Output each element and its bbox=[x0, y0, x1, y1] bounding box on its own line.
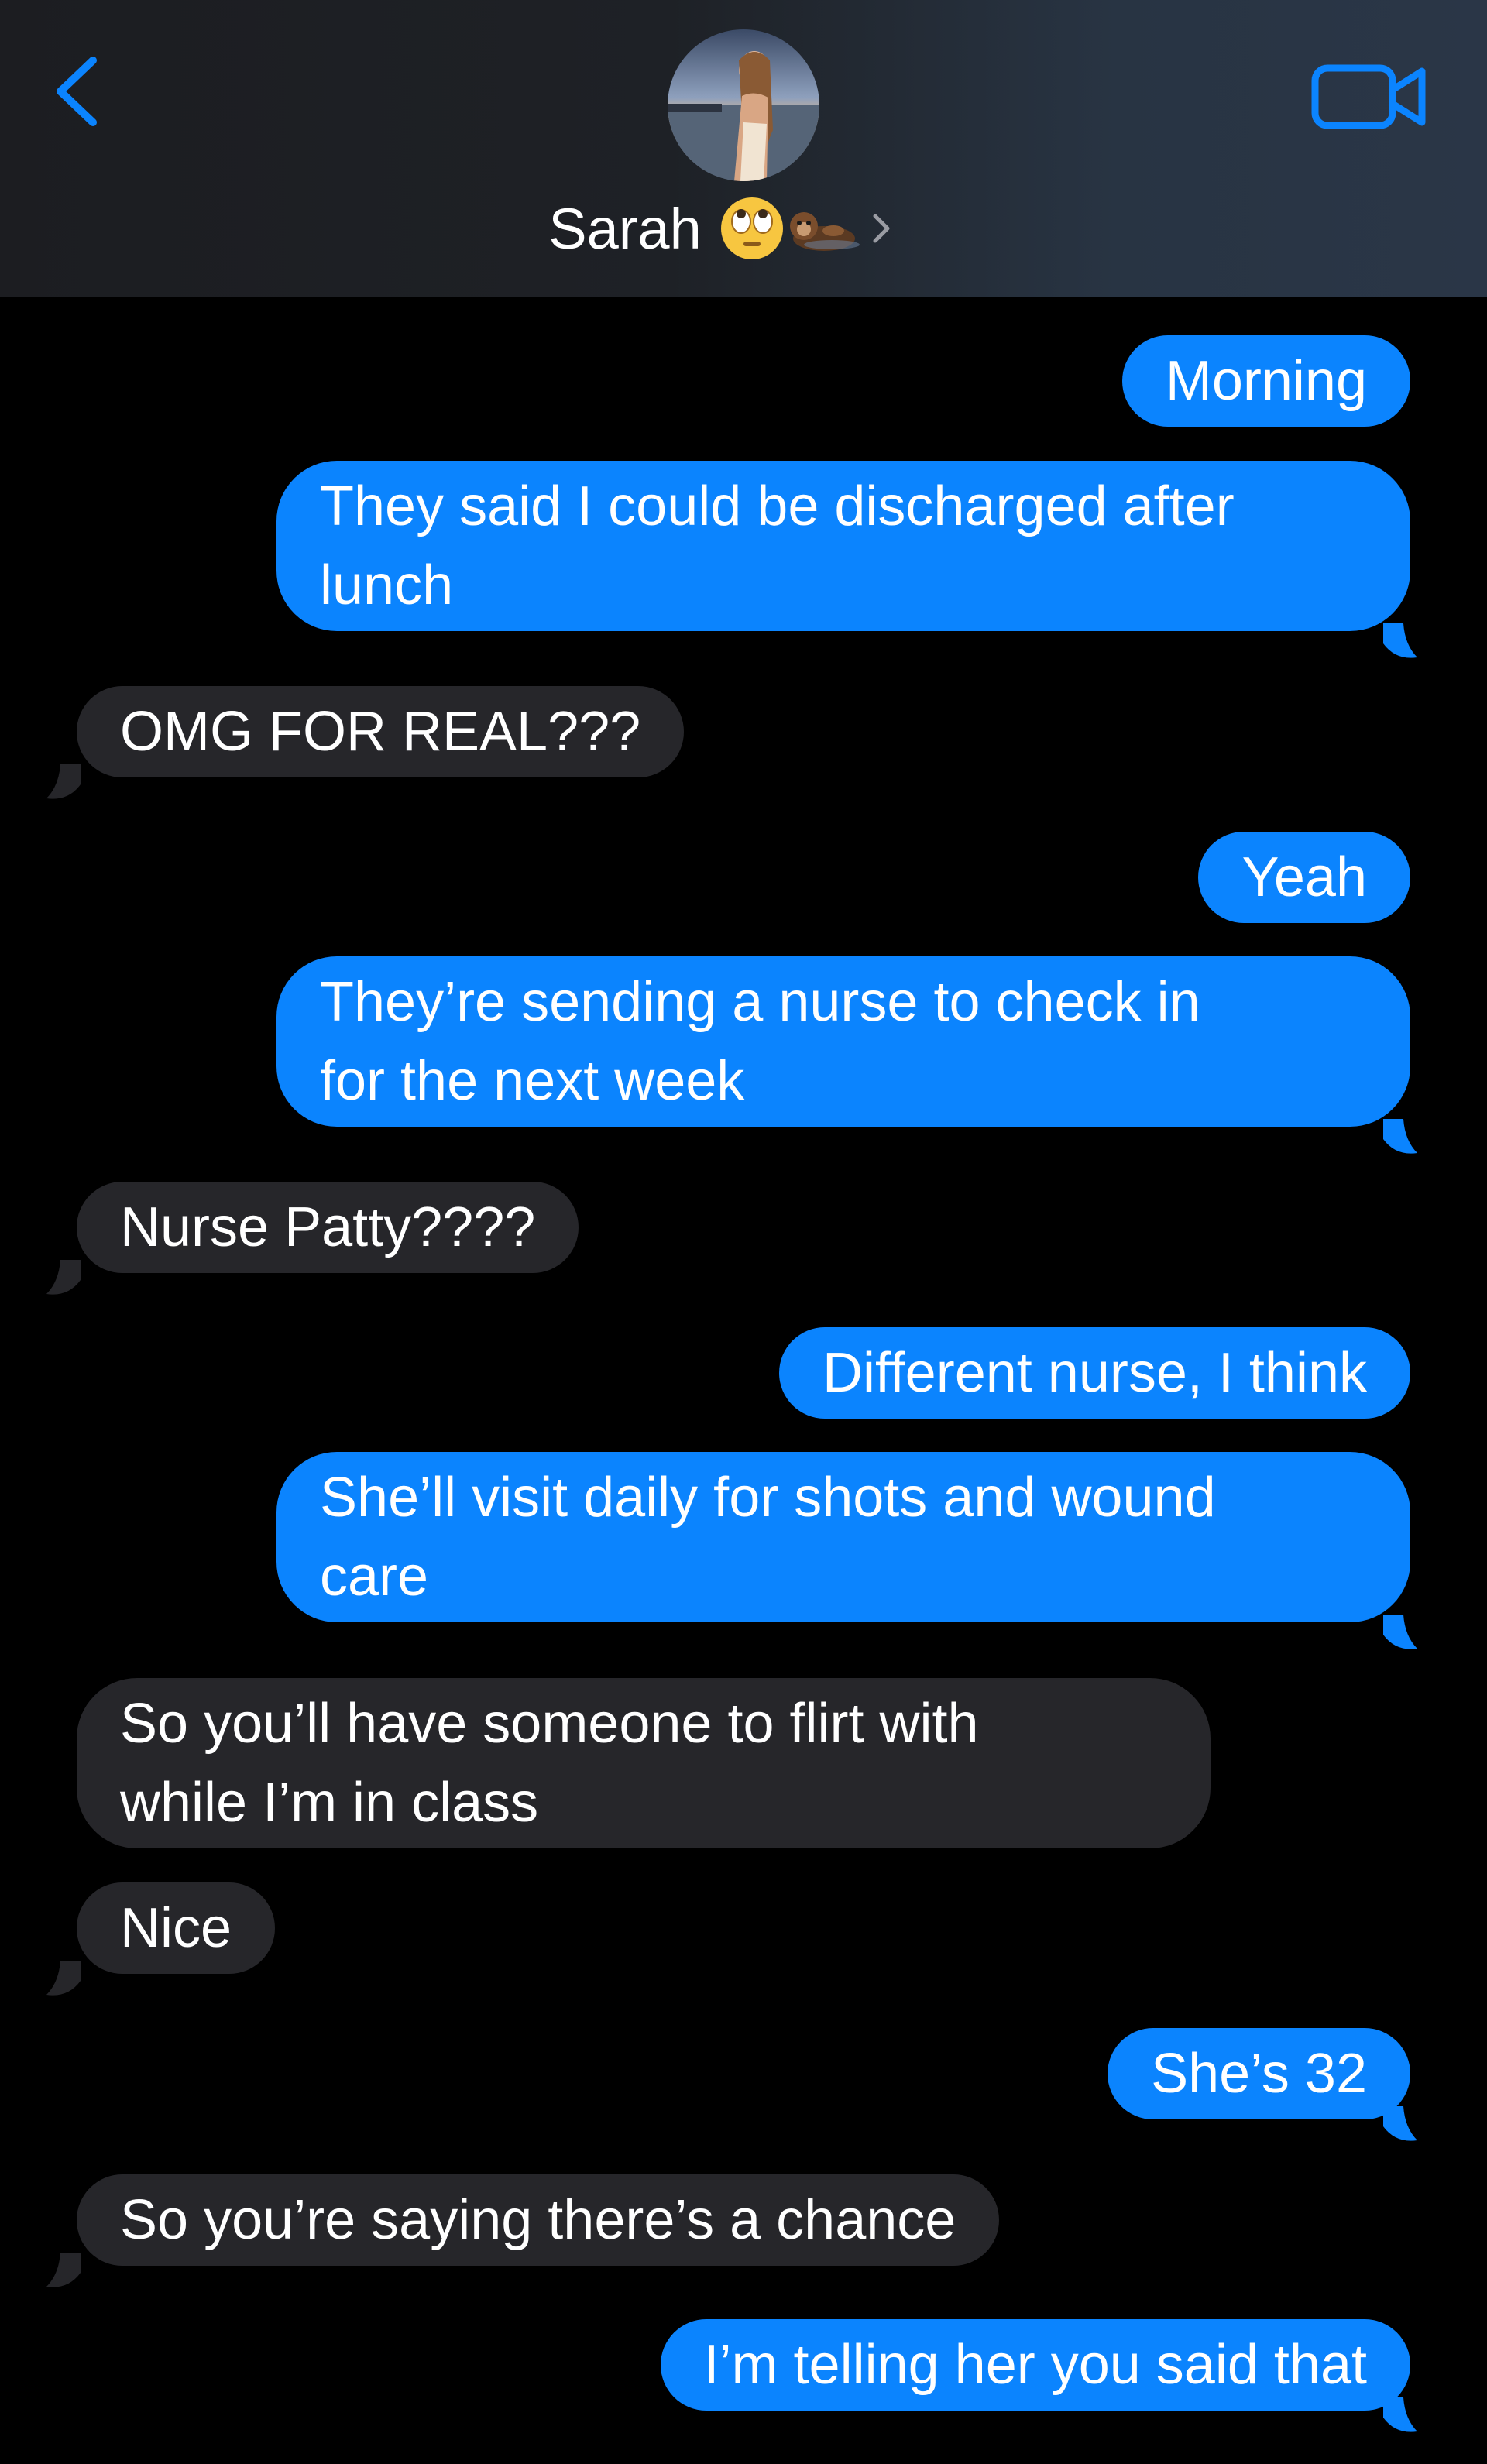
bubble-tail-received bbox=[46, 2253, 81, 2287]
message-text: Nice bbox=[120, 1897, 232, 1959]
chevron-left-icon bbox=[57, 57, 97, 126]
message-text: She’s 32 bbox=[1151, 2043, 1367, 2105]
contact-name-row[interactable]: Sarah bbox=[0, 190, 1487, 267]
message-text: Different nurse, I think bbox=[822, 1342, 1367, 1404]
otter-icon bbox=[789, 212, 860, 251]
contact-avatar[interactable] bbox=[668, 29, 819, 181]
bubble-tail-received bbox=[46, 1260, 81, 1295]
message-text: She’ll visit daily for shots and wound bbox=[320, 1467, 1216, 1529]
bubble-tail-sent bbox=[1383, 2397, 1417, 2432]
emoji-icons bbox=[719, 194, 863, 263]
message-bubble-received[interactable]: Nurse Patty???? bbox=[77, 1182, 579, 1273]
message-text: So you’re saying there’s a chance bbox=[120, 2189, 956, 2251]
message-bubble-received[interactable]: Nice bbox=[77, 1882, 276, 1974]
message-bubble-received[interactable]: So you’ll have someone to flirt with whi… bbox=[77, 1678, 1211, 1848]
back-button[interactable] bbox=[46, 46, 108, 139]
bubble-tail-received bbox=[46, 1961, 81, 1996]
message-text: Morning bbox=[1165, 350, 1367, 412]
contact-name: Sarah bbox=[548, 196, 702, 261]
video-call-button[interactable] bbox=[1309, 54, 1433, 139]
message-text: care bbox=[320, 1546, 429, 1608]
message-bubble-sent[interactable]: Yeah bbox=[1198, 832, 1410, 923]
video-camera-icon bbox=[1311, 64, 1426, 129]
message-text: So you’ll have someone to flirt with bbox=[120, 1693, 979, 1755]
message-bubble-sent[interactable]: They’re sending a nurse to check in for … bbox=[276, 956, 1410, 1127]
bubble-tail-received bbox=[46, 764, 81, 799]
bubble-tail-sent bbox=[1383, 623, 1417, 658]
message-bubble-sent[interactable]: Morning bbox=[1121, 335, 1410, 427]
message-text: They said I could be discharged after bbox=[320, 475, 1235, 537]
face-with-rolling-eyes-icon bbox=[720, 197, 783, 259]
message-bubble-sent[interactable]: Different nurse, I think bbox=[778, 1327, 1410, 1419]
message-text: for the next week bbox=[320, 1050, 745, 1112]
message-bubble-sent[interactable]: She’s 32 bbox=[1108, 2028, 1410, 2119]
message-bubble-received[interactable]: So you’re saying there’s a chance bbox=[77, 2174, 1000, 2266]
bubble-tail-sent bbox=[1383, 2106, 1417, 2141]
message-text: I’m telling her you said that bbox=[703, 2334, 1367, 2396]
chevron-right-icon bbox=[873, 214, 890, 243]
message-text: Nurse Patty???? bbox=[120, 1196, 536, 1258]
message-text: while I’m in class bbox=[120, 1772, 539, 1834]
message-bubble-sent[interactable]: She’ll visit daily for shots and wound c… bbox=[276, 1452, 1410, 1622]
message-bubble-sent[interactable]: I’m telling her you said that bbox=[660, 2319, 1410, 2411]
avatar-photo bbox=[668, 29, 819, 181]
message-text: Yeah bbox=[1241, 846, 1367, 908]
bubble-tail-sent bbox=[1383, 1615, 1417, 1649]
message-text: lunch bbox=[320, 554, 454, 616]
message-text: They’re sending a nurse to check in bbox=[320, 971, 1200, 1033]
message-text: OMG FOR REAL??? bbox=[120, 701, 641, 763]
message-bubble-sent[interactable]: They said I could be discharged after lu… bbox=[276, 461, 1410, 631]
conversation-header: Sarah bbox=[0, 0, 1487, 297]
message-bubble-received[interactable]: OMG FOR REAL??? bbox=[77, 686, 685, 777]
bubble-tail-sent bbox=[1383, 1119, 1417, 1154]
